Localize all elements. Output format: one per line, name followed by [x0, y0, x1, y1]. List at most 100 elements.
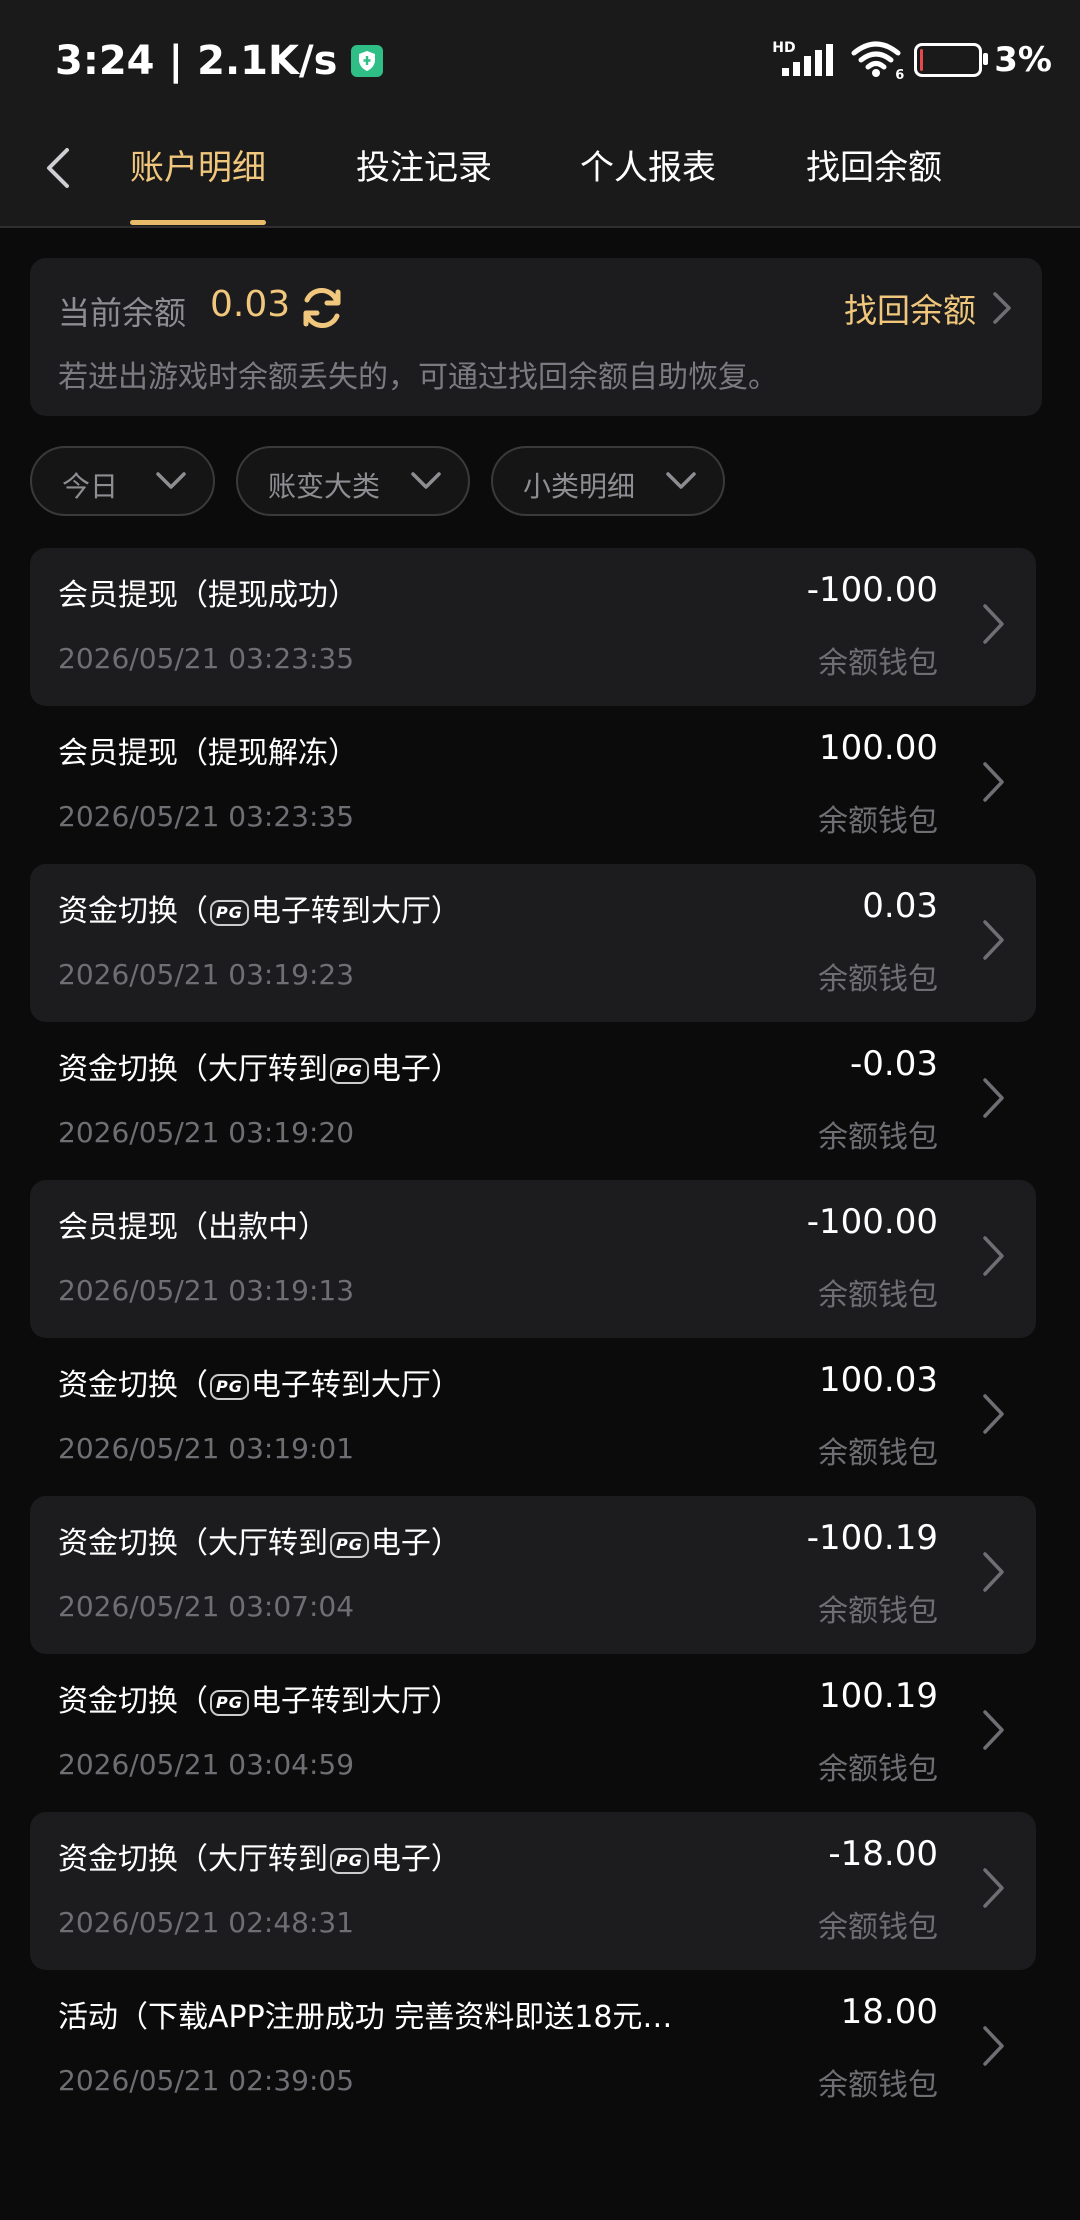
transaction-title-prefix: 资金切换（ [58, 1684, 208, 1719]
transaction-title-suffix: 电子转到大厅） [250, 1368, 461, 1403]
pg-logo-icon: PG [330, 1847, 369, 1874]
transaction-title: 会员提现（提现成功） [58, 578, 358, 613]
balance-value: 0.03 [210, 284, 291, 325]
filter-subcategory[interactable]: 小类明细 [491, 446, 725, 516]
transaction-title: 资金切换（大厅转到 PG 电子） [58, 1834, 461, 1878]
transaction-row[interactable]: 活动（下载APP注册成功 完善资料即送18元… 2026/05/21 02:39… [30, 1970, 1036, 2128]
transaction-wallet: 余额钱包 [818, 2068, 938, 2103]
chevron-right-icon [983, 1552, 1004, 1592]
chevron-right-icon [983, 920, 1004, 960]
transaction-row[interactable]: 资金切换（大厅转到 PG 电子） 2026/05/21 03:07:04 -100.… [30, 1496, 1036, 1654]
transaction-title-prefix: 资金切换（大厅转到 [58, 1052, 328, 1087]
transaction-row[interactable]: 会员提现（出款中） 2026/05/21 03:19:13 -100.00 余额… [30, 1180, 1036, 1338]
active-tab-indicator [130, 220, 266, 225]
chevron-right-icon [983, 762, 1004, 802]
transaction-title: 资金切换（ PG 电子转到大厅） [58, 1676, 461, 1720]
transaction-amount: -0.03 [850, 1044, 938, 1084]
transaction-title-prefix: 资金切换（ [58, 1368, 208, 1403]
pg-logo-icon: PG [330, 1531, 369, 1558]
chevron-down-icon [411, 472, 441, 489]
transaction-title-prefix: 资金切换（大厅转到 [58, 1526, 328, 1561]
transaction-row[interactable]: 资金切换（大厅转到 PG 电子） 2026/05/21 02:48:31 -18.0… [30, 1812, 1036, 1970]
transaction-wallet: 余额钱包 [818, 1752, 938, 1787]
transaction-title-suffix: 电子转到大厅） [250, 1684, 461, 1719]
transaction-time: 2026/05/21 03:19:20 [58, 1116, 355, 1149]
transaction-amount: 100.03 [819, 1360, 938, 1400]
chevron-right-icon [983, 1868, 1004, 1908]
transaction-row[interactable]: 资金切换（ PG 电子转到大厅） 2026/05/21 03:19:23 0.03 … [30, 864, 1036, 1022]
transaction-wallet: 余额钱包 [818, 962, 938, 997]
transaction-row[interactable]: 会员提现（提现成功） 2026/05/21 03:23:35 -100.00 余… [30, 548, 1036, 706]
transaction-title: 资金切换（大厅转到 PG 电子） [58, 1044, 461, 1088]
transaction-time: 2026/05/21 03:19:13 [58, 1274, 355, 1307]
filter-subcategory-label: 小类明细 [523, 470, 636, 503]
transaction-amount: -100.00 [806, 1202, 938, 1242]
clock: 3:24 [55, 38, 155, 84]
transaction-amount: 100.19 [819, 1676, 938, 1716]
transaction-amount: -18.00 [828, 1834, 938, 1874]
battery-percent: 3% [994, 40, 1052, 80]
transaction-row[interactable]: 资金切换（ PG 电子转到大厅） 2026/05/21 03:19:01 100.0… [30, 1338, 1036, 1496]
top-nav: 账户明细 投注记录 个人报表 找回余额 [0, 120, 1080, 228]
status-bar: 3:24 | 2.1K/s HD 6 3% [0, 0, 1080, 120]
chevron-right-icon [983, 604, 1004, 644]
balance-hint: 若进出游戏时余额丢失的，可通过找回余额自助恢复。 [58, 360, 778, 395]
refresh-icon[interactable] [298, 284, 346, 332]
pg-logo-icon: PG [210, 1689, 249, 1716]
transaction-amount: 18.00 [840, 1992, 938, 2032]
pg-logo-icon: PG [210, 899, 249, 926]
transaction-title: 会员提现（出款中） [58, 1210, 328, 1245]
status-separator: | [168, 38, 184, 84]
status-right: HD 6 3% [772, 40, 1052, 83]
filter-date[interactable]: 今日 [30, 446, 215, 516]
transaction-time: 2026/05/21 02:48:31 [58, 1906, 355, 1939]
transaction-title: 资金切换（ PG 电子转到大厅） [58, 1360, 461, 1404]
transaction-row[interactable]: 会员提现（提现解冻） 2026/05/21 03:23:35 100.00 余额… [30, 706, 1036, 864]
transaction-title-suffix: 电子转到大厅） [250, 894, 461, 929]
recover-balance-label: 找回余额 [844, 291, 976, 330]
tab-account-details[interactable]: 账户明细 [130, 138, 266, 198]
chevron-down-icon [156, 472, 186, 489]
chevron-right-icon [983, 1394, 1004, 1434]
filter-category[interactable]: 账变大类 [236, 446, 470, 516]
transaction-wallet: 余额钱包 [818, 1120, 938, 1155]
transaction-title-suffix: 电子） [370, 1526, 461, 1561]
transaction-wallet: 余额钱包 [818, 1594, 938, 1629]
signal-icon: HD [772, 40, 838, 78]
transaction-title-suffix: 电子） [370, 1052, 461, 1087]
transaction-row[interactable]: 资金切换（ PG 电子转到大厅） 2026/05/21 03:04:59 100.1… [30, 1654, 1036, 1812]
transaction-time: 2026/05/21 03:19:01 [58, 1432, 355, 1465]
transaction-wallet: 余额钱包 [818, 1436, 938, 1471]
tab-recover-balance[interactable]: 找回余额 [804, 138, 944, 198]
chevron-right-icon [983, 1078, 1004, 1118]
pg-logo-icon: PG [210, 1373, 249, 1400]
tab-personal-report[interactable]: 个人报表 [578, 138, 718, 198]
transaction-time: 2026/05/21 02:39:05 [58, 2064, 355, 2097]
status-left: 3:24 | 2.1K/s [55, 38, 384, 84]
transaction-row[interactable]: 资金切换（大厅转到 PG 电子） 2026/05/21 03:19:20 -0.03… [30, 1022, 1036, 1180]
back-button[interactable] [28, 138, 88, 198]
transaction-time: 2026/05/21 03:07:04 [58, 1590, 355, 1623]
transaction-title-prefix: 资金切换（大厅转到 [58, 1842, 328, 1877]
pg-logo-icon: PG [330, 1057, 369, 1084]
balance-label: 当前余额 [58, 294, 187, 332]
chevron-right-icon [983, 1236, 1004, 1276]
transaction-title-suffix: 电子） [370, 1842, 461, 1877]
tab-bet-records[interactable]: 投注记录 [354, 138, 494, 198]
chevron-left-icon [47, 148, 69, 188]
wifi-badge: 6 [895, 68, 905, 83]
network-speed: 2.1K/s [197, 38, 338, 84]
transaction-title: 活动（下载APP注册成功 完善资料即送18元… [58, 2000, 673, 2035]
transaction-time: 2026/05/21 03:23:35 [58, 642, 355, 675]
transaction-wallet: 余额钱包 [818, 1910, 938, 1945]
transaction-amount: 100.00 [819, 728, 938, 768]
transaction-time: 2026/05/21 03:23:35 [58, 800, 355, 833]
transaction-title: 会员提现（提现解冻） [58, 736, 358, 771]
chevron-right-icon [983, 1710, 1004, 1750]
chevron-down-icon [666, 472, 696, 489]
transaction-time: 2026/05/21 03:04:59 [58, 1748, 355, 1781]
filter-date-label: 今日 [62, 470, 119, 503]
chevron-right-icon [993, 292, 1011, 324]
recover-balance-link[interactable]: 找回余额 [844, 284, 1012, 332]
battery-fill [920, 49, 924, 71]
